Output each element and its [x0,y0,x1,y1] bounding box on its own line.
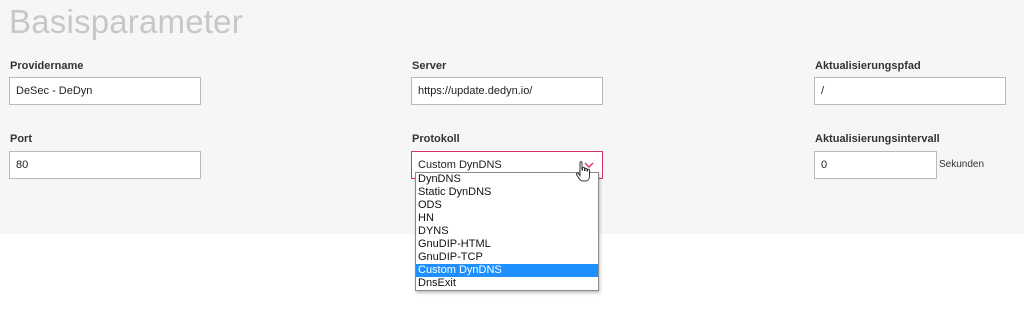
interval-unit: Sekunden [939,159,985,170]
protocol-label: Protokoll [412,133,460,145]
section-title: Basisparameter [9,3,243,40]
protocol-option[interactable]: DYNS [416,225,598,238]
server-label: Server [412,60,447,72]
server-input[interactable] [411,77,603,105]
path-input[interactable] [814,77,1006,105]
providername-label: Providername [10,60,84,72]
providername-input[interactable] [9,77,201,105]
protocol-option[interactable]: GnuDIP-TCP [416,251,598,264]
interval-label: Aktualisierungsintervall [815,133,940,145]
protocol-option[interactable]: Static DynDNS [416,186,598,199]
interval-input[interactable] [814,151,937,179]
protocol-option[interactable]: Custom DynDNS [416,264,598,277]
port-label: Port [10,133,32,145]
protocol-option[interactable]: ODS [416,199,598,212]
protocol-option[interactable]: DnsExit [416,277,598,290]
port-input[interactable] [9,151,201,179]
path-label: Aktualisierungspfad [815,60,921,72]
protocol-option[interactable]: HN [416,212,598,225]
protocol-selected-value: Custom DynDNS [418,159,502,171]
protocol-option[interactable]: DynDNS [416,173,598,186]
protocol-dropdown-list[interactable]: DynDNS Static DynDNS ODS HN DYNS GnuDIP-… [415,172,599,291]
protocol-option[interactable]: GnuDIP-HTML [416,238,598,251]
